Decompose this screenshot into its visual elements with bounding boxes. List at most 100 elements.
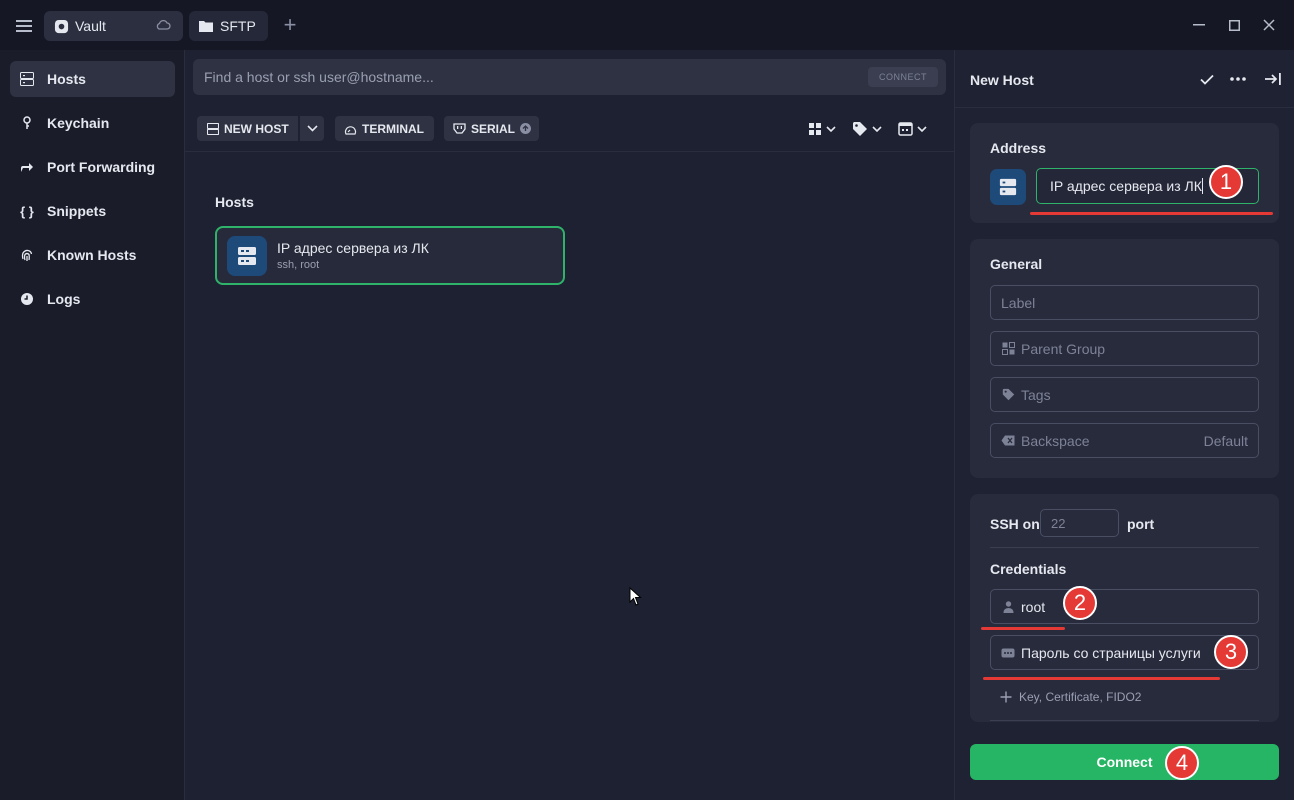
annotation-badge: 1 <box>1209 165 1243 199</box>
mouse-cursor-icon <box>629 587 642 606</box>
user-icon <box>1001 600 1015 614</box>
tags-field[interactable]: Tags <box>990 377 1259 412</box>
annotation-underline <box>983 677 1220 680</box>
ssh-prefix: SSH on <box>990 516 1040 532</box>
add-key-link[interactable]: Key, Certificate, FIDO2 <box>1000 690 1141 704</box>
annotation-badge: 4 <box>1165 746 1199 780</box>
terminal-icon <box>344 122 357 135</box>
sidebar-item-label: Snippets <box>47 203 107 219</box>
serial-label: SERIAL <box>471 121 516 136</box>
vault-icon <box>53 18 69 34</box>
sidebar-item-port-forwarding[interactable]: Port Forwarding <box>10 149 175 185</box>
text-caret <box>1201 178 1203 194</box>
serial-port-icon <box>453 122 466 135</box>
backspace-select[interactable]: Backspace Default <box>990 423 1259 458</box>
tags-placeholder: Tags <box>1021 386 1051 403</box>
sidebar-item-logs[interactable]: Logs <box>10 281 175 317</box>
address-value: IP адрес сервера из ЛК <box>1050 178 1202 194</box>
hosts-section-title: Hosts <box>215 194 254 210</box>
group-icon <box>1001 342 1015 356</box>
search-connect-button[interactable]: CONNECT <box>868 67 938 87</box>
sidebar-item-keychain[interactable]: Keychain <box>10 105 175 141</box>
folder-icon <box>198 18 214 34</box>
parent-group-field[interactable]: Parent Group <box>990 331 1259 366</box>
plus-icon <box>1000 691 1012 703</box>
connect-button[interactable]: Connect <box>970 744 1279 780</box>
tag-filter-toggle[interactable] <box>852 119 884 139</box>
backspace-label: Backspace <box>1021 432 1090 449</box>
collapse-panel-icon[interactable] <box>1264 70 1282 88</box>
host-card[interactable]: IP адрес сервера из ЛК ssh, root <box>215 226 565 285</box>
key-icon <box>19 115 35 131</box>
fingerprint-icon <box>19 247 35 263</box>
hosts-icon <box>206 122 219 135</box>
password-value: Пароль со страницы услуги <box>1021 644 1201 661</box>
terminal-label: TERMINAL <box>362 121 424 136</box>
checkmark-icon[interactable] <box>1198 70 1216 88</box>
sidebar-item-label: Hosts <box>47 71 86 87</box>
new-tab-plus-icon[interactable]: + <box>280 14 300 36</box>
server-icon <box>238 247 256 265</box>
ssh-card: SSH on 22 port Credentials root Пароль с… <box>970 494 1279 722</box>
add-key-label: Key, Certificate, FIDO2 <box>1019 690 1142 704</box>
ssh-divider <box>990 547 1259 548</box>
host-subtitle: ssh, root <box>277 259 320 271</box>
braces-icon: { } <box>20 203 34 219</box>
parent-group-placeholder: Parent Group <box>1021 340 1106 357</box>
sort-toggle[interactable] <box>898 119 930 139</box>
minimize-icon[interactable] <box>1190 16 1208 34</box>
forward-icon <box>19 159 35 175</box>
close-icon[interactable] <box>1260 16 1278 34</box>
hosts-icon <box>19 71 35 87</box>
cloud-sync-icon[interactable] <box>155 18 171 35</box>
password-icon <box>1001 646 1015 660</box>
credentials-divider <box>990 720 1259 721</box>
ssh-port-placeholder: 22 <box>1051 515 1066 531</box>
address-heading: Address <box>990 140 1047 156</box>
panel-title: New Host <box>970 72 1034 88</box>
chevron-down-icon <box>306 125 318 132</box>
hamburger-menu-icon[interactable] <box>10 12 38 40</box>
tag-icon <box>1001 388 1015 402</box>
panel-header-divider <box>955 107 1294 108</box>
connect-label: Connect <box>1096 754 1153 770</box>
tab-vault-label: Vault <box>75 18 106 34</box>
terminal-button[interactable]: TERMINAL <box>335 116 434 141</box>
search-placeholder: Find a host or ssh user@hostname... <box>204 69 434 85</box>
sidebar-item-hosts[interactable]: Hosts <box>10 61 175 97</box>
ssh-port-input[interactable]: 22 <box>1040 509 1119 537</box>
serial-button[interactable]: SERIAL <box>444 116 539 141</box>
sidebar-item-label: Logs <box>47 291 81 307</box>
general-card: General Label Parent Group Tags Backspac… <box>970 239 1279 478</box>
more-options-icon[interactable] <box>1229 70 1247 88</box>
annotation-underline <box>981 627 1065 630</box>
username-value: root <box>1021 598 1046 615</box>
new-host-dropdown-button[interactable] <box>300 116 324 141</box>
search-input[interactable]: Find a host or ssh user@hostname... CONN… <box>193 59 946 95</box>
address-host-avatar <box>990 169 1026 205</box>
grid-view-toggle[interactable] <box>808 119 838 139</box>
tab-sftp-label: SFTP <box>220 18 256 34</box>
new-host-label: NEW HOST <box>224 121 289 136</box>
toolbar-divider <box>185 151 954 152</box>
backspace-value: Default <box>1203 433 1248 449</box>
maximize-icon[interactable] <box>1225 16 1243 34</box>
host-name: IP адрес сервера из ЛК <box>277 240 429 256</box>
annotation-badge: 2 <box>1063 586 1097 620</box>
new-host-button[interactable]: NEW HOST <box>197 116 298 141</box>
ssh-suffix: port <box>1127 516 1155 532</box>
tab-vault[interactable]: Vault <box>44 11 183 41</box>
sidebar-item-label: Port Forwarding <box>47 159 156 175</box>
sidebar: Hosts Keychain Port Forwarding { } Snipp… <box>0 50 185 800</box>
label-field[interactable]: Label <box>990 285 1259 320</box>
sidebar-item-snippets[interactable]: { } Snippets <box>10 193 175 229</box>
calendar-icon <box>898 122 927 136</box>
annotation-badge: 3 <box>1214 635 1248 669</box>
tab-sftp[interactable]: SFTP <box>189 11 268 41</box>
credentials-heading: Credentials <box>990 561 1067 577</box>
backspace-icon <box>1001 434 1015 448</box>
username-field[interactable]: root <box>990 589 1259 624</box>
sidebar-item-known-hosts[interactable]: Known Hosts <box>10 237 175 273</box>
label-placeholder: Label <box>1001 294 1036 311</box>
general-heading: General <box>990 256 1043 272</box>
